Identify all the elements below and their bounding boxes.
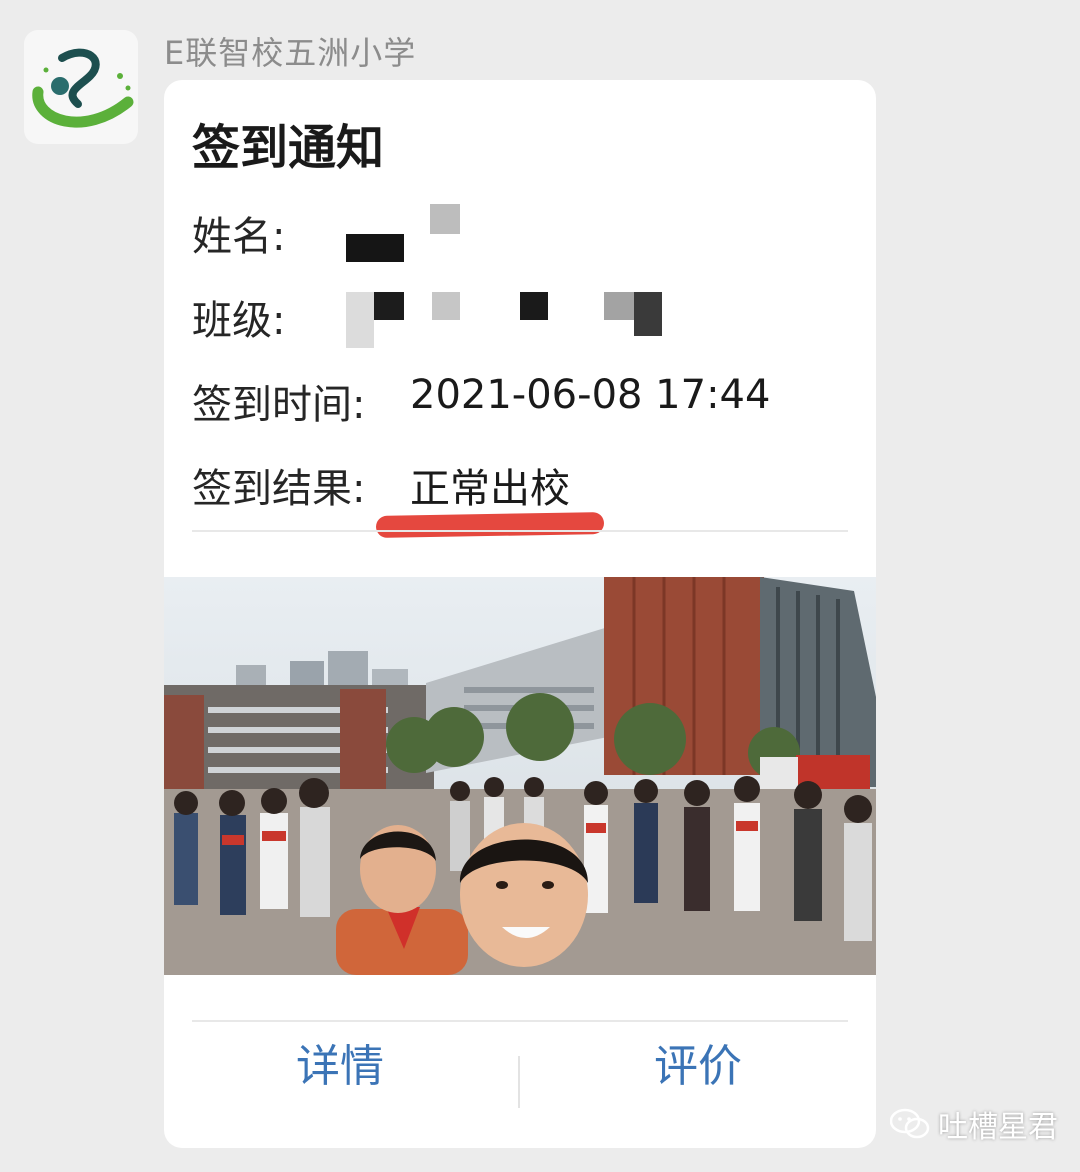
campus-photo-illustration [164, 577, 876, 975]
checkin-time-label: 签到时间: [192, 382, 366, 428]
redacted-name-block [430, 204, 460, 234]
checkin-photo[interactable] [164, 577, 876, 975]
button-separator [518, 1056, 520, 1108]
details-button[interactable]: 详情 [190, 1030, 490, 1094]
redacted-class-block [634, 292, 662, 336]
wechat-icon [890, 1108, 930, 1139]
name-label: 姓名: [192, 214, 286, 260]
redacted-class-block [520, 292, 548, 320]
red-underline-annotation [375, 512, 605, 538]
redacted-class-block [374, 292, 404, 320]
divider [192, 530, 848, 532]
sender-name: E联智校五洲小学 [164, 34, 417, 72]
watermark-text: 吐槽星君 [938, 1110, 1058, 1145]
redacted-class-block [346, 292, 374, 348]
checkin-result-value: 正常出校 [410, 466, 570, 512]
class-label: 班级: [192, 298, 286, 344]
school-logo-icon [32, 48, 134, 128]
redacted-name-block [346, 234, 404, 262]
redacted-class-block [604, 292, 634, 320]
school-avatar[interactable] [24, 30, 138, 144]
checkin-time-value: 2021-06-08 17:44 [410, 372, 771, 418]
review-button[interactable]: 评价 [548, 1030, 848, 1094]
card-title: 签到通知 [192, 120, 385, 176]
checkin-result-label: 签到结果: [192, 466, 366, 512]
divider [192, 1020, 848, 1022]
watermark: 吐槽星君 [890, 1104, 1058, 1145]
redacted-class-block [432, 292, 460, 320]
notification-card[interactable]: 签到通知 姓名: 班级: 签到时间: 2021-06-08 17:44 签到结果… [164, 80, 876, 1148]
